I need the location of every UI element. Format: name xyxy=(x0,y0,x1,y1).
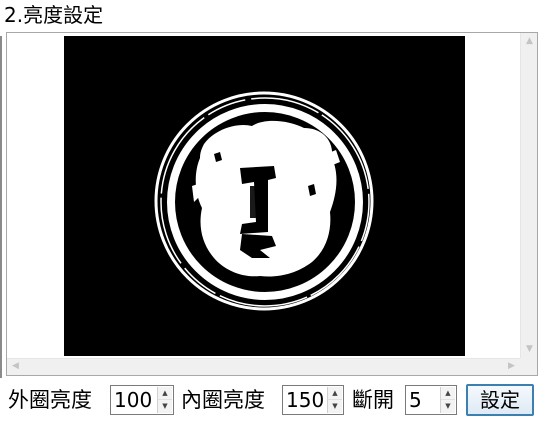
spin-down-icon[interactable]: ▼ xyxy=(441,400,455,413)
spin-down-icon[interactable]: ▼ xyxy=(158,400,172,413)
break-value[interactable]: 5 xyxy=(409,386,422,414)
brightness-controls: 外圈亮度 100 ▲ ▼ 內圈亮度 150 ▲ ▼ 斷開 5 ▲ ▼ 設定 xyxy=(0,384,543,416)
inner-brightness-spinner[interactable]: 150 ▲ ▼ xyxy=(282,385,344,415)
break-label: 斷開 xyxy=(352,388,394,412)
chevron-down-icon[interactable]: ▼ xyxy=(525,345,534,354)
spin-up-icon[interactable]: ▲ xyxy=(158,387,172,400)
inner-brightness-value[interactable]: 150 xyxy=(286,386,324,414)
brightness-preview-image xyxy=(64,36,465,356)
outer-brightness-value[interactable]: 100 xyxy=(114,386,152,414)
left-divider xyxy=(0,36,2,378)
spin-up-icon[interactable]: ▲ xyxy=(441,387,455,400)
horizontal-scrollbar[interactable]: ◀ ▶ xyxy=(7,358,520,375)
chevron-right-icon[interactable]: ▶ xyxy=(507,362,516,371)
break-spinner[interactable]: 5 ▲ ▼ xyxy=(405,385,457,415)
inner-brightness-label: 內圈亮度 xyxy=(181,388,265,412)
image-viewer[interactable]: ▲ ▼ ◀ ▶ xyxy=(6,32,538,376)
spin-up-icon[interactable]: ▲ xyxy=(328,387,342,400)
outer-brightness-spinner[interactable]: 100 ▲ ▼ xyxy=(110,385,174,415)
chevron-left-icon[interactable]: ◀ xyxy=(11,362,20,371)
scroll-corner xyxy=(520,358,537,375)
set-button[interactable]: 設定 xyxy=(466,384,534,416)
spin-down-icon[interactable]: ▼ xyxy=(328,400,342,413)
outer-brightness-label: 外圈亮度 xyxy=(8,388,92,412)
vertical-scrollbar[interactable]: ▲ ▼ xyxy=(520,33,537,358)
chevron-up-icon[interactable]: ▲ xyxy=(525,37,534,46)
section-title: 2.亮度設定 xyxy=(4,3,104,27)
